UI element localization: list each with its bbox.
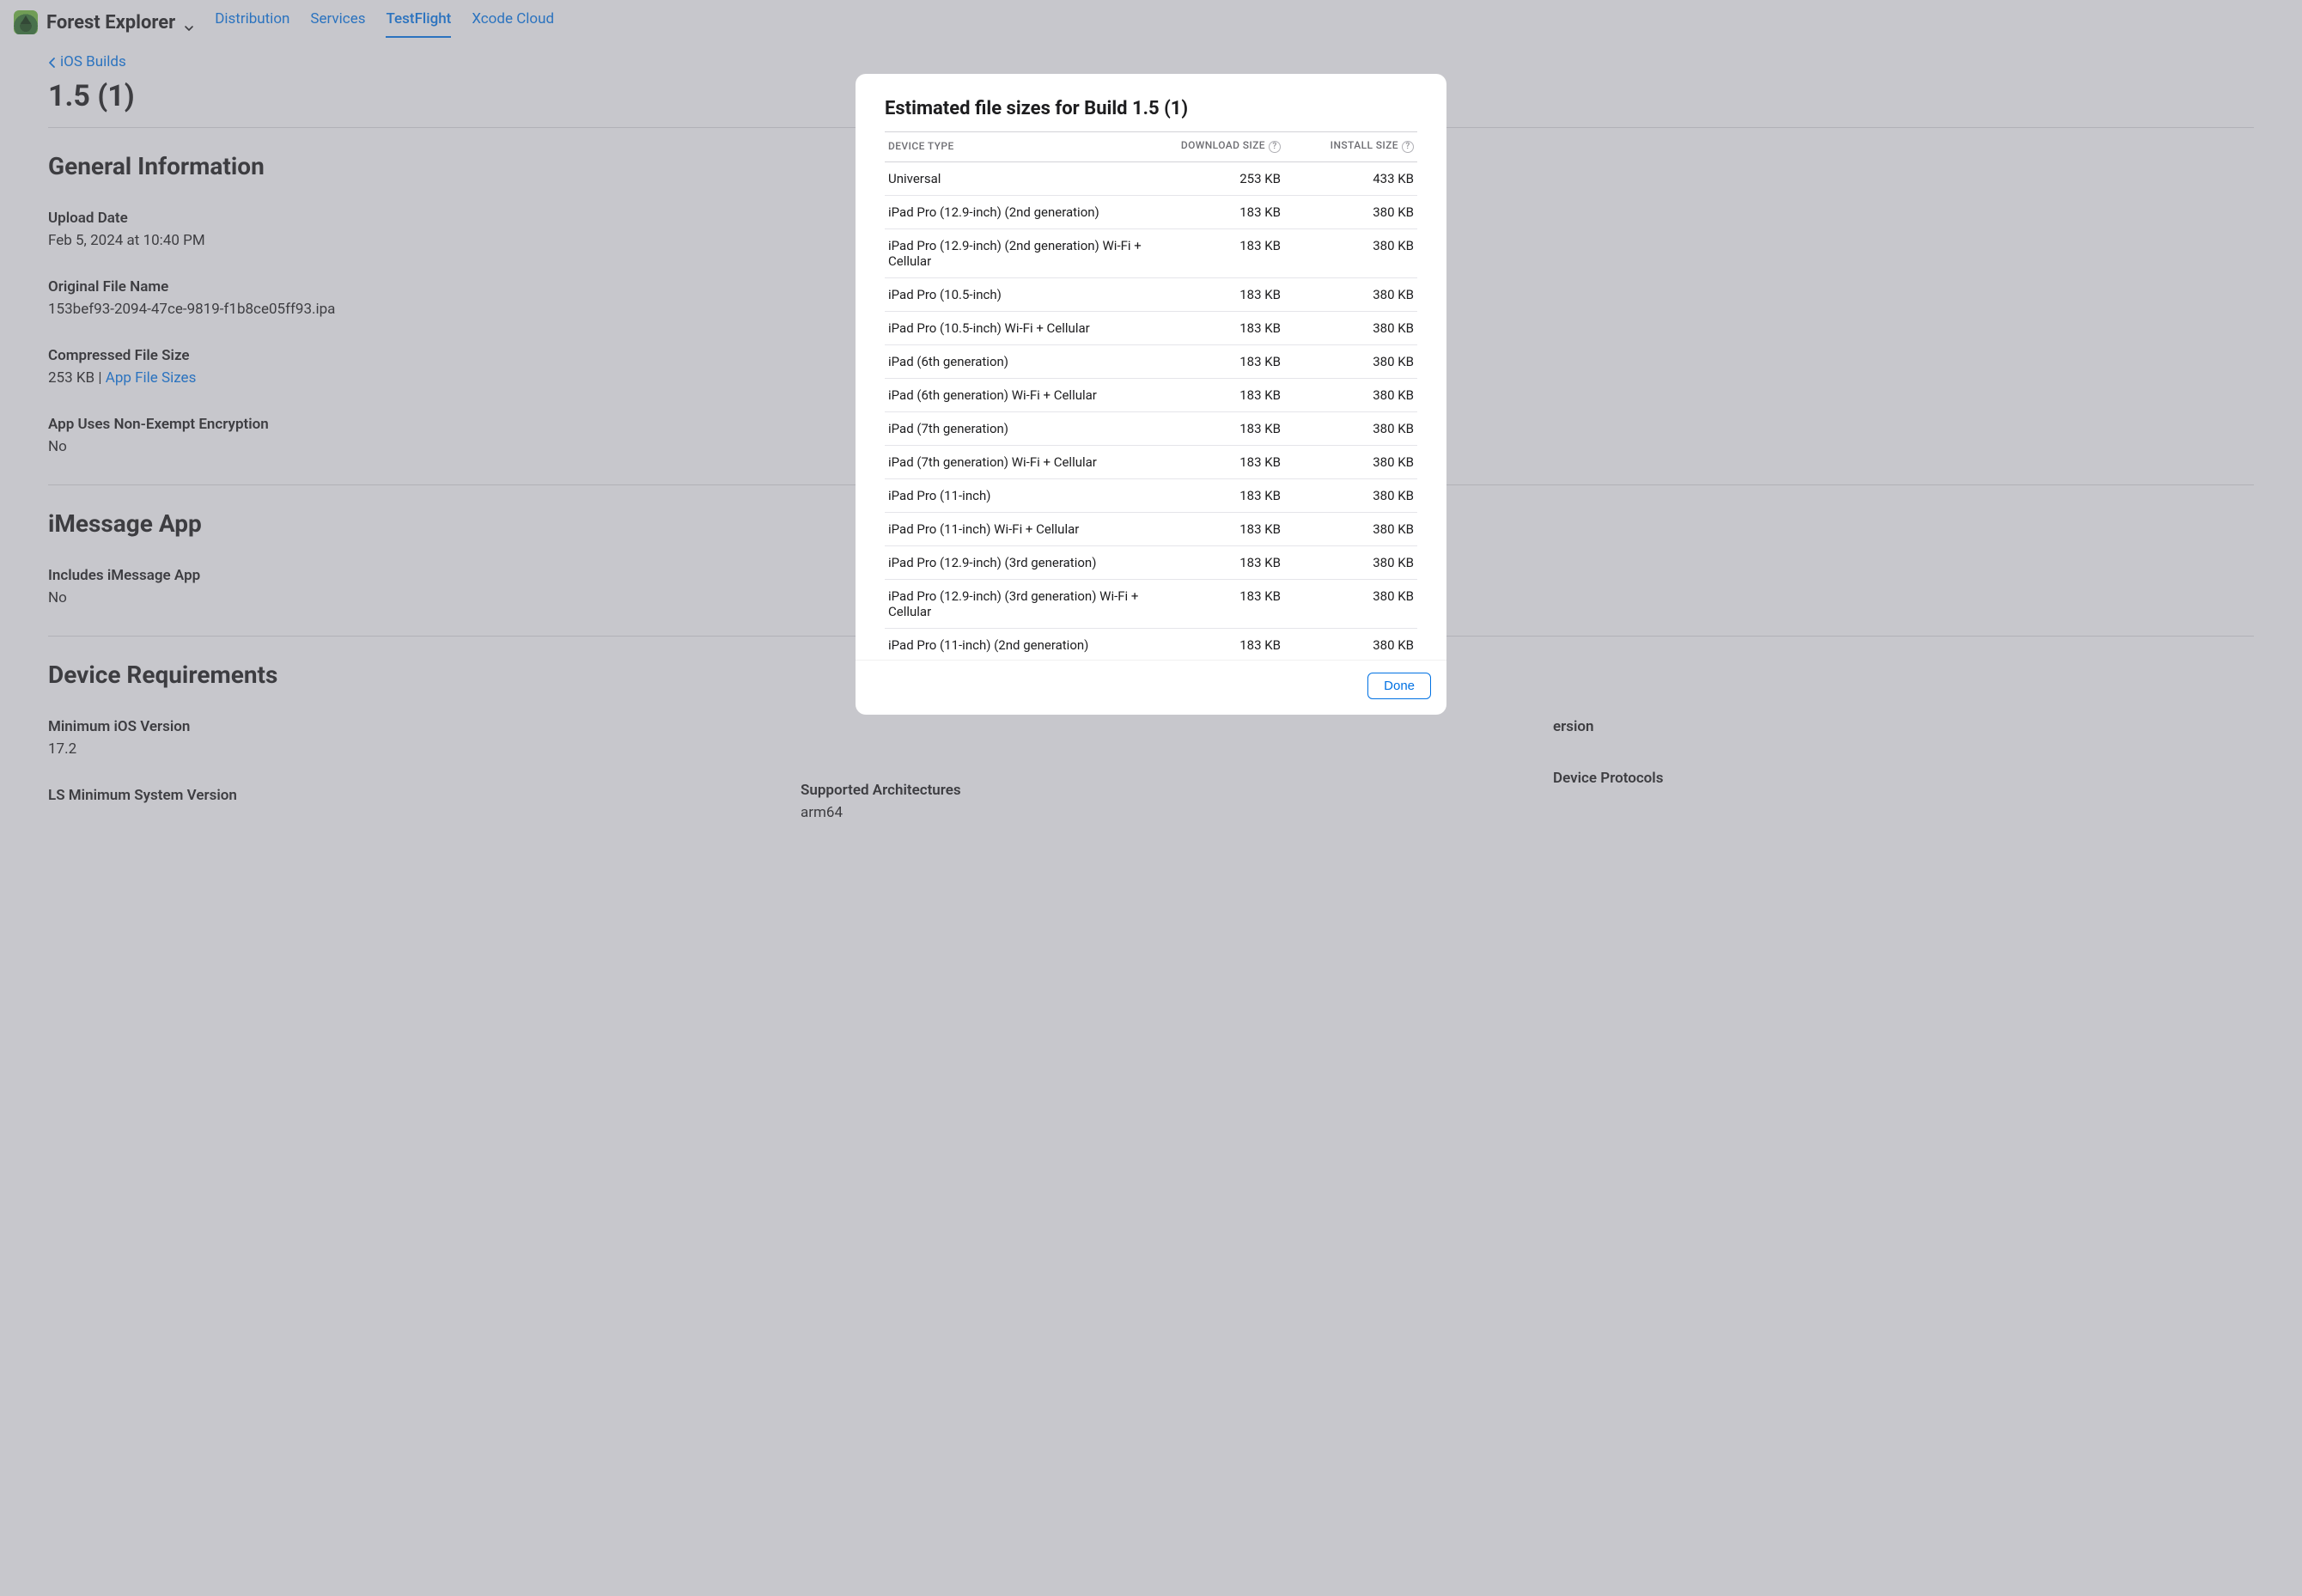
table-row: Universal253 KB433 KB xyxy=(885,162,1417,196)
done-button[interactable]: Done xyxy=(1367,673,1431,699)
install-size-cell: 380 KB xyxy=(1284,196,1417,229)
device-type-cell: iPad (7th generation) xyxy=(885,412,1151,446)
table-row: iPad (6th generation) Wi-Fi + Cellular18… xyxy=(885,379,1417,412)
device-type-cell: iPad Pro (11-inch) (2nd generation) xyxy=(885,629,1151,661)
download-size-cell: 183 KB xyxy=(1151,513,1284,546)
device-type-cell: Universal xyxy=(885,162,1151,196)
download-size-cell: 183 KB xyxy=(1151,229,1284,278)
download-size-cell: 183 KB xyxy=(1151,546,1284,580)
table-row: iPad (6th generation)183 KB380 KB xyxy=(885,345,1417,379)
install-size-cell: 380 KB xyxy=(1284,629,1417,661)
device-type-cell: iPad (6th generation) xyxy=(885,345,1151,379)
col-device: DEVICE TYPE xyxy=(885,132,1151,162)
download-size-cell: 183 KB xyxy=(1151,629,1284,661)
install-size-cell: 380 KB xyxy=(1284,513,1417,546)
help-icon[interactable]: ? xyxy=(1402,141,1414,153)
table-row: iPad Pro (11-inch) (2nd generation)183 K… xyxy=(885,629,1417,661)
table-row: iPad Pro (10.5-inch) Wi-Fi + Cellular183… xyxy=(885,312,1417,345)
install-size-cell: 380 KB xyxy=(1284,546,1417,580)
download-size-cell: 183 KB xyxy=(1151,312,1284,345)
install-size-cell: 380 KB xyxy=(1284,379,1417,412)
download-size-cell: 183 KB xyxy=(1151,278,1284,312)
install-size-cell: 380 KB xyxy=(1284,345,1417,379)
device-type-cell: iPad Pro (12.9-inch) (2nd generation) Wi… xyxy=(885,229,1151,278)
device-type-cell: iPad Pro (12.9-inch) (3rd generation) xyxy=(885,546,1151,580)
install-size-cell: 380 KB xyxy=(1284,278,1417,312)
device-type-cell: iPad Pro (10.5-inch) Wi-Fi + Cellular xyxy=(885,312,1151,345)
download-size-cell: 183 KB xyxy=(1151,446,1284,479)
table-row: iPad Pro (11-inch)183 KB380 KB xyxy=(885,479,1417,513)
modal-title: Estimated file sizes for Build 1.5 (1) xyxy=(885,98,1417,119)
install-size-cell: 380 KB xyxy=(1284,580,1417,629)
install-size-cell: 433 KB xyxy=(1284,162,1417,196)
install-size-cell: 380 KB xyxy=(1284,446,1417,479)
file-sizes-modal: Estimated file sizes for Build 1.5 (1) D… xyxy=(856,74,1446,715)
device-type-cell: iPad Pro (11-inch) Wi-Fi + Cellular xyxy=(885,513,1151,546)
table-row: iPad Pro (11-inch) Wi-Fi + Cellular183 K… xyxy=(885,513,1417,546)
install-size-cell: 380 KB xyxy=(1284,479,1417,513)
device-type-cell: iPad Pro (10.5-inch) xyxy=(885,278,1151,312)
install-size-cell: 380 KB xyxy=(1284,412,1417,446)
table-row: iPad (7th generation)183 KB380 KB xyxy=(885,412,1417,446)
help-icon[interactable]: ? xyxy=(1269,141,1281,153)
download-size-cell: 253 KB xyxy=(1151,162,1284,196)
table-row: iPad Pro (12.9-inch) (2nd generation)183… xyxy=(885,196,1417,229)
table-row: iPad Pro (12.9-inch) (3rd generation)183… xyxy=(885,546,1417,580)
install-size-cell: 380 KB xyxy=(1284,312,1417,345)
table-row: iPad Pro (10.5-inch)183 KB380 KB xyxy=(885,278,1417,312)
table-row: iPad (7th generation) Wi-Fi + Cellular18… xyxy=(885,446,1417,479)
download-size-cell: 183 KB xyxy=(1151,196,1284,229)
download-size-cell: 183 KB xyxy=(1151,580,1284,629)
table-row: iPad Pro (12.9-inch) (2nd generation) Wi… xyxy=(885,229,1417,278)
device-type-cell: iPad Pro (12.9-inch) (3rd generation) Wi… xyxy=(885,580,1151,629)
device-type-cell: iPad (7th generation) Wi-Fi + Cellular xyxy=(885,446,1151,479)
download-size-cell: 183 KB xyxy=(1151,345,1284,379)
device-type-cell: iPad Pro (11-inch) xyxy=(885,479,1151,513)
table-row: iPad Pro (12.9-inch) (3rd generation) Wi… xyxy=(885,580,1417,629)
col-download: DOWNLOAD SIZE? xyxy=(1151,132,1284,162)
device-type-cell: iPad (6th generation) Wi-Fi + Cellular xyxy=(885,379,1151,412)
file-sizes-table: DEVICE TYPE DOWNLOAD SIZE? INSTALL SIZE?… xyxy=(885,131,1417,660)
device-type-cell: iPad Pro (12.9-inch) (2nd generation) xyxy=(885,196,1151,229)
download-size-cell: 183 KB xyxy=(1151,379,1284,412)
modal-table-scroll[interactable]: DEVICE TYPE DOWNLOAD SIZE? INSTALL SIZE?… xyxy=(856,131,1446,660)
download-size-cell: 183 KB xyxy=(1151,479,1284,513)
install-size-cell: 380 KB xyxy=(1284,229,1417,278)
download-size-cell: 183 KB xyxy=(1151,412,1284,446)
modal-scrim[interactable]: Estimated file sizes for Build 1.5 (1) D… xyxy=(0,0,2302,1596)
col-install: INSTALL SIZE? xyxy=(1284,132,1417,162)
